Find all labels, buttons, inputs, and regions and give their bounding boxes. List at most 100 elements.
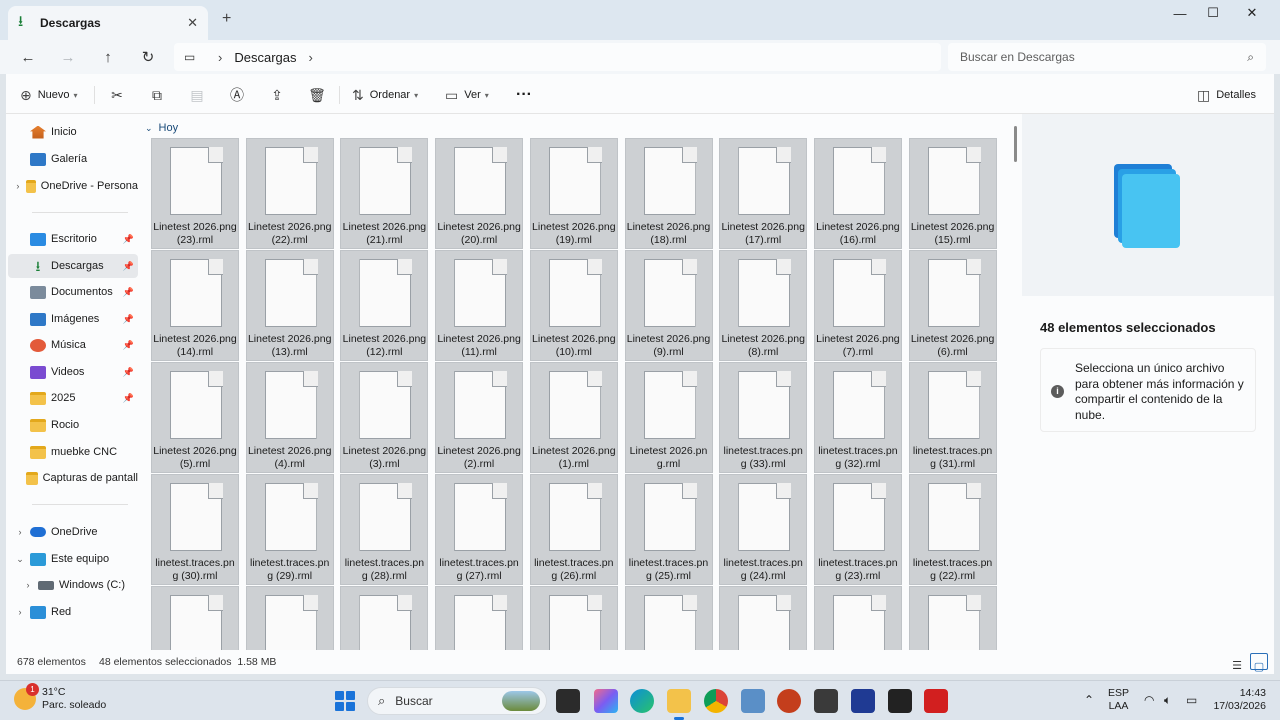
app-icon[interactable] [888,689,912,713]
chevron-right-icon[interactable]: › [218,50,222,65]
sidebar-item-imagenes[interactable]: Imágenes 📌 [8,307,138,331]
sidebar-item-onedrive[interactable]: › OneDrive [8,520,138,544]
sidebar-item-musica[interactable]: Música 📌 [8,333,138,357]
sidebar-item-descargas[interactable]: ⭳ Descargas 📌 [8,254,138,278]
file-tile[interactable]: Linetest 2026.png (15).rml [908,138,997,249]
file-tile[interactable] [151,586,239,650]
file-tile[interactable]: Linetest 2026.png (18).rml [624,138,713,249]
search-input[interactable] [960,50,1248,64]
acrobat-icon[interactable] [924,689,948,713]
chrome-icon[interactable] [704,689,728,713]
search-box[interactable]: ⌕ [948,43,1266,71]
file-tile[interactable] [529,586,618,650]
file-tile[interactable]: Linetest 2026.png (23).rml [151,138,239,249]
sort-button[interactable]: ⇅ Ordenar ▾ [352,82,418,108]
file-tile[interactable] [245,586,334,650]
sidebar-item-galeria[interactable]: Galería [8,147,138,171]
start-button[interactable] [335,691,355,711]
file-tile[interactable]: Linetest 2026.png (14).rml [151,250,239,361]
task-view-icon[interactable] [556,689,580,713]
file-tile[interactable]: linetest.traces.png (27).rml [435,474,524,585]
chevron-right-icon[interactable]: › [22,580,34,590]
file-tile[interactable]: Linetest 2026.png (16).rml [813,138,902,249]
details-view-button[interactable]: ☰ [1228,653,1246,672]
scrollbar-thumb[interactable] [1014,126,1017,162]
file-tile[interactable]: linetest.traces.png (24).rml [719,474,808,585]
sidebar-item-rocio[interactable]: Rocio [8,413,138,437]
volume-icon[interactable]: 🔈︎ [1164,693,1171,708]
copilot-icon[interactable] [594,689,618,713]
file-tile[interactable] [435,586,524,650]
file-tile[interactable]: Linetest 2026.png (7).rml [813,250,902,361]
file-tile[interactable]: linetest.traces.png (22).rml [908,474,997,585]
delete-button[interactable]: 🗑 [303,82,331,108]
file-tile[interactable] [719,586,808,650]
sidebar-item-documentos[interactable]: Documentos 📌 [8,280,138,304]
taskbar-search[interactable]: ⌕ Buscar [367,687,547,715]
sidebar-item-windows-c[interactable]: › Windows (C:) [16,573,146,597]
file-tile[interactable] [340,586,429,650]
chevron-right-icon[interactable]: › [14,607,26,617]
file-tile[interactable]: Linetest 2026.png (21).rml [340,138,429,249]
sidebar-item-onedrive-personal[interactable]: › OneDrive - Persona [8,174,138,198]
file-tile[interactable]: Linetest 2026.png (11).rml [435,250,524,361]
close-window-button[interactable]: ✕ [1232,0,1272,26]
file-tile[interactable]: Linetest 2026.png (17).rml [719,138,808,249]
paint-icon[interactable] [741,689,765,713]
cut-button[interactable]: ✂ [103,82,131,108]
file-tile[interactable]: linetest.traces.png (31).rml [908,362,997,473]
tiles-view-button[interactable]: ▢ [1250,653,1268,673]
tab-descargas[interactable]: ⭳ Descargas ✕ [8,6,208,40]
paste-button[interactable]: ▤ [183,82,211,108]
address-bar[interactable]: ▭ › Descargas › [174,43,941,71]
close-tab-icon[interactable]: ✕ [187,15,198,31]
chevron-up-icon[interactable]: ⌃ [1084,693,1094,707]
file-tile[interactable]: linetest.traces.png (30).rml [151,474,239,585]
sidebar-item-escritorio[interactable]: Escritorio 📌 [8,227,138,251]
breadcrumb-descargas[interactable]: Descargas [234,50,296,65]
file-tile[interactable] [908,586,997,650]
file-tile[interactable]: Linetest 2026.png (4).rml [245,362,334,473]
sidebar-item-este-equipo[interactable]: ⌄ Este equipo [8,547,138,571]
rename-button[interactable]: Ⓐ [223,82,251,108]
file-tile[interactable]: linetest.traces.png (33).rml [719,362,808,473]
file-tile[interactable]: Linetest 2026.png (22).rml [245,138,334,249]
sidebar-item-muebke-cnc[interactable]: muebke CNC [8,440,138,464]
file-tile[interactable]: Linetest 2026.png.rml [624,362,713,473]
edge-icon[interactable] [630,689,654,713]
maximize-button[interactable]: ☐ [1193,0,1233,26]
file-tile[interactable]: Linetest 2026.png (5).rml [151,362,239,473]
clock[interactable]: 14:43 17/03/2026 [1210,687,1266,713]
file-tile[interactable]: Linetest 2026.png (6).rml [908,250,997,361]
sidebar-item-inicio[interactable]: Inicio [8,120,138,144]
wifi-icon[interactable]: ◠ [1144,693,1154,707]
file-tile[interactable]: Linetest 2026.png (13).rml [245,250,334,361]
file-tile[interactable]: Linetest 2026.png (8).rml [719,250,808,361]
view-button[interactable]: ▭ Ver ▾ [445,82,489,108]
chevron-down-icon[interactable]: ⌄ [14,554,26,565]
file-tile[interactable] [624,586,713,650]
file-tile[interactable]: linetest.traces.png (32).rml [813,362,902,473]
sidebar-item-red[interactable]: › Red [8,600,138,624]
file-tile[interactable]: Linetest 2026.png (9).rml [624,250,713,361]
file-tile[interactable]: Linetest 2026.png (12).rml [340,250,429,361]
battery-icon[interactable]: ▭ [1186,693,1197,707]
language-indicator[interactable]: ESP LAA [1108,687,1129,713]
file-explorer-icon[interactable] [667,689,691,720]
share-button[interactable]: ⇪ [263,82,291,108]
details-button[interactable]: ◫ Detalles [1197,82,1256,108]
forward-button[interactable]: → [54,45,82,69]
file-tile[interactable]: Linetest 2026.png (3).rml [340,362,429,473]
more-options-button[interactable]: ··· [516,82,532,108]
sidebar-item-capturas[interactable]: Capturas de pantall [8,466,138,490]
sidebar-item-2025[interactable]: 2025 📌 [8,386,138,410]
new-button[interactable]: ⊕ Nuevo ▾ [20,82,78,108]
vectric-icon[interactable] [851,689,875,713]
vertical-scrollbar[interactable] [1012,114,1022,650]
file-tile[interactable]: linetest.traces.png (26).rml [529,474,618,585]
file-tile[interactable]: linetest.traces.png (29).rml [245,474,334,585]
file-tile[interactable]: Linetest 2026.png (19).rml [529,138,618,249]
refresh-button[interactable]: ↻ [134,45,162,69]
sidebar-item-videos[interactable]: Videos 📌 [8,360,138,384]
file-tile[interactable]: linetest.traces.png (23).rml [813,474,902,585]
